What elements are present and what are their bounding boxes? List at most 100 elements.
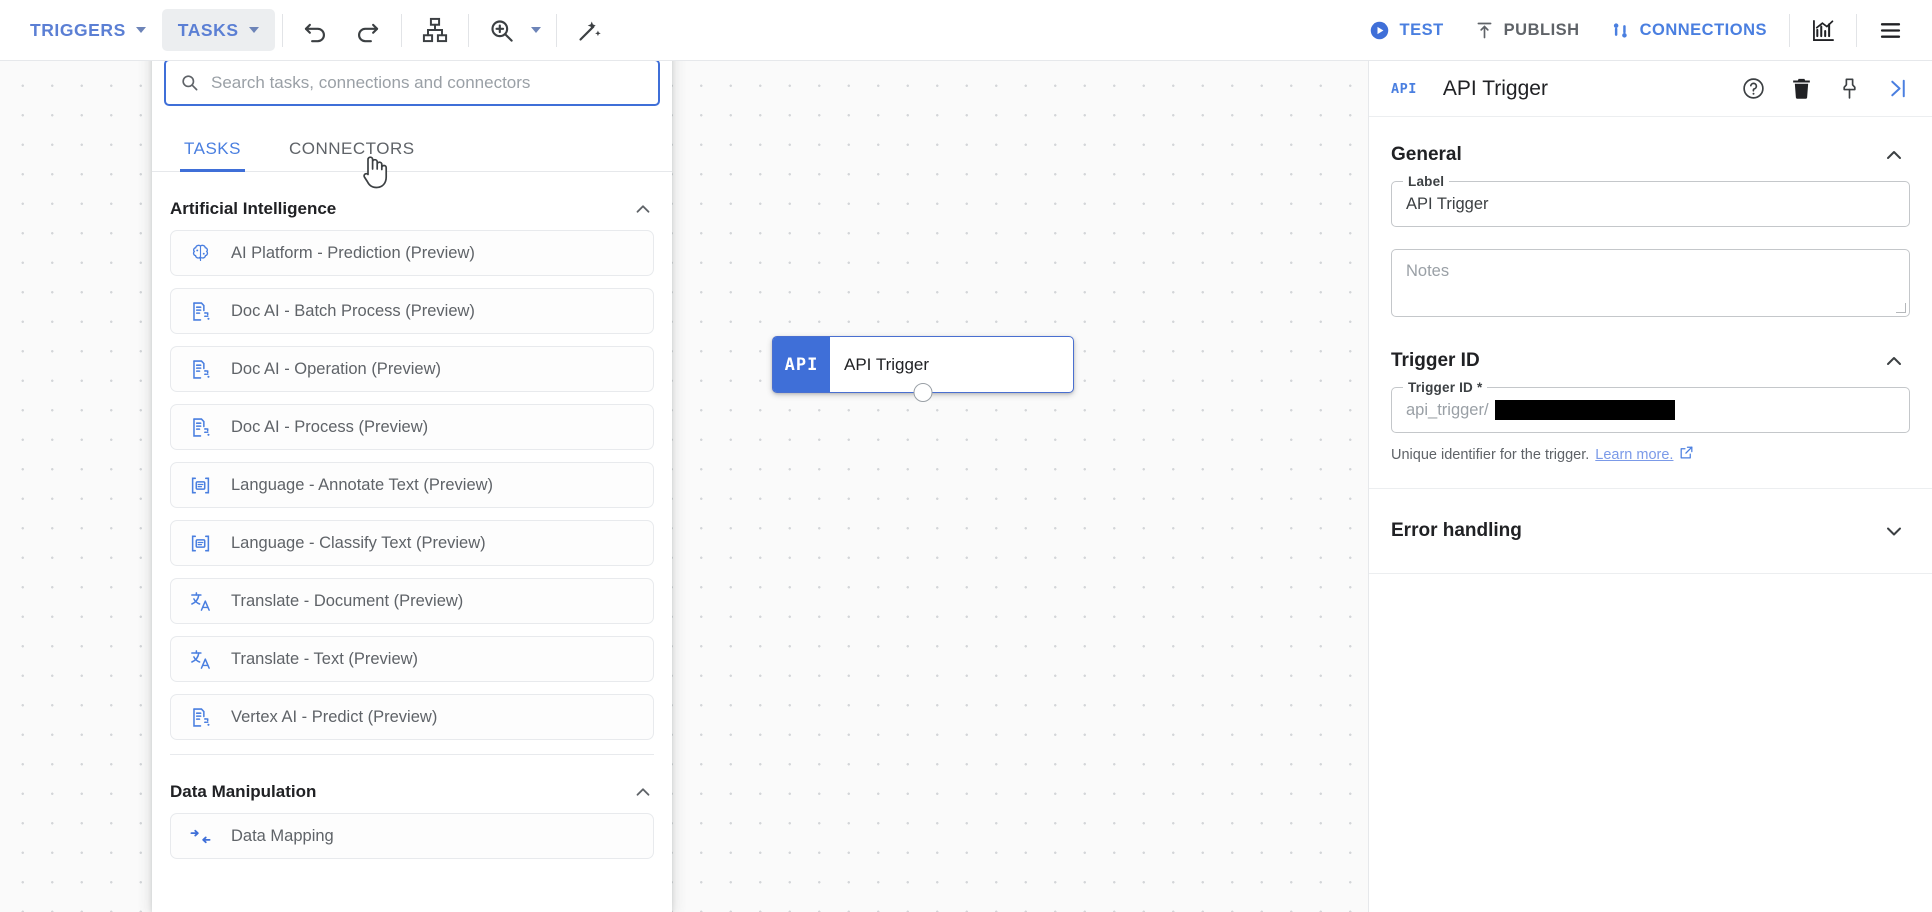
- analytics-button[interactable]: [1797, 6, 1849, 54]
- panel-api-badge: API: [1391, 81, 1417, 97]
- task-item[interactable]: Doc AI - Batch Process (Preview): [170, 288, 654, 334]
- task-item[interactable]: Vertex AI - Predict (Preview): [170, 694, 654, 740]
- task-item-label: Doc AI - Batch Process (Preview): [231, 302, 475, 321]
- task-group-title: Artificial Intelligence: [170, 199, 336, 219]
- task-item-label: Vertex AI - Predict (Preview): [231, 708, 437, 727]
- publish-button[interactable]: PUBLISH: [1459, 8, 1595, 52]
- triggers-menu-button[interactable]: TRIGGERS: [14, 9, 162, 51]
- toolbar-divider: [556, 14, 557, 47]
- page-title: API Trigger: [1443, 77, 1548, 101]
- task-item-label: Language - Classify Text (Preview): [231, 534, 486, 553]
- delete-trash-icon[interactable]: [1784, 72, 1818, 106]
- task-item[interactable]: Translate - Text (Preview): [170, 636, 654, 682]
- zoom-in-button[interactable]: [476, 6, 528, 54]
- test-label: TEST: [1399, 21, 1443, 40]
- help-icon[interactable]: [1736, 72, 1770, 106]
- task-item[interactable]: AI Platform - Prediction (Preview): [170, 230, 654, 276]
- auto-layout-icon: [421, 16, 449, 44]
- document-ai-icon: [187, 416, 213, 439]
- data-mapping-icon: [187, 825, 213, 848]
- language-bracket-icon: [187, 474, 213, 497]
- notes-field-placeholder: Notes: [1406, 262, 1449, 280]
- trigger-id-field[interactable]: Trigger ID * api_trigger/: [1391, 387, 1910, 433]
- hamburger-menu-icon: [1877, 17, 1904, 44]
- resize-grip-icon[interactable]: [1896, 303, 1906, 313]
- label-field[interactable]: Label API Trigger: [1391, 181, 1910, 227]
- section-title: Error handling: [1391, 520, 1522, 542]
- section-title: Trigger ID: [1391, 350, 1480, 372]
- task-item[interactable]: Language - Classify Text (Preview): [170, 520, 654, 566]
- search-icon: [180, 73, 199, 92]
- pin-icon[interactable]: [1832, 72, 1866, 106]
- chevron-down-icon: [531, 27, 541, 33]
- chevron-up-icon: [1882, 349, 1906, 373]
- task-item[interactable]: Translate - Document (Preview): [170, 578, 654, 624]
- tab-connectors[interactable]: CONNECTORS: [289, 139, 415, 171]
- node-output-handle[interactable]: [914, 383, 933, 402]
- zoom-in-icon: [488, 17, 515, 44]
- publish-upload-icon: [1474, 20, 1495, 41]
- node-label: API Trigger: [830, 337, 1073, 392]
- learn-more-link[interactable]: Learn more.: [1595, 447, 1673, 463]
- top-toolbar: TRIGGERS TASKS: [0, 0, 1932, 61]
- search-input[interactable]: [211, 73, 644, 93]
- task-list[interactable]: Artificial Intelligence AI Platform - Pr…: [152, 172, 672, 912]
- redo-button[interactable]: [342, 6, 394, 54]
- section-header-error-handling[interactable]: Error handling: [1369, 489, 1932, 574]
- task-item-label: Doc AI - Process (Preview): [231, 418, 428, 437]
- main-menu-button[interactable]: [1864, 6, 1916, 54]
- properties-panel: API API Trigger: [1368, 61, 1932, 912]
- chevron-up-icon: [1882, 143, 1906, 167]
- connections-button[interactable]: CONNECTIONS: [1595, 8, 1782, 52]
- trigger-id-prefix: api_trigger/: [1406, 401, 1489, 420]
- auto-layout-button[interactable]: [409, 6, 461, 54]
- external-link-icon[interactable]: [1679, 445, 1694, 464]
- application-root: TRIGGERS TASKS: [0, 0, 1932, 912]
- general-fields: Label API Trigger Notes: [1369, 181, 1932, 323]
- tasks-menu-label: TASKS: [178, 20, 239, 41]
- redacted-value-bar: [1495, 400, 1675, 420]
- task-item[interactable]: Data Mapping: [170, 813, 654, 859]
- test-button[interactable]: TEST: [1354, 8, 1458, 52]
- language-bracket-icon: [187, 532, 213, 555]
- magic-wand-button[interactable]: [564, 6, 616, 54]
- node-api-badge: API: [773, 337, 830, 392]
- task-item[interactable]: Language - Annotate Text (Preview): [170, 462, 654, 508]
- toolbar-right-group: TEST PUBLISH CONNECTIONS: [1354, 0, 1932, 60]
- section-header-general[interactable]: General: [1369, 117, 1932, 181]
- toolbar-divider: [468, 14, 469, 47]
- zoom-control[interactable]: [476, 6, 549, 54]
- connections-icon: [1610, 20, 1631, 41]
- tasks-menu-button[interactable]: TASKS: [162, 9, 275, 51]
- section-header-trigger-id[interactable]: Trigger ID: [1369, 323, 1932, 387]
- connections-label: CONNECTIONS: [1640, 21, 1767, 40]
- task-group-header-data-manipulation[interactable]: Data Manipulation: [166, 755, 658, 813]
- tab-tasks-label: TASKS: [184, 139, 241, 158]
- chevron-up-icon: [632, 198, 654, 220]
- tab-tasks[interactable]: TASKS: [184, 139, 241, 171]
- tab-connectors-label: CONNECTORS: [289, 139, 415, 158]
- task-item[interactable]: Doc AI - Operation (Preview): [170, 346, 654, 392]
- search-box[interactable]: [164, 59, 660, 106]
- task-group-header-artificial-intelligence[interactable]: Artificial Intelligence: [166, 172, 658, 230]
- toolbar-divider: [282, 14, 283, 47]
- triggers-menu-label: TRIGGERS: [30, 20, 126, 41]
- toolbar-divider: [1856, 14, 1857, 47]
- section-title: General: [1391, 144, 1462, 166]
- undo-button[interactable]: [290, 6, 342, 54]
- analytics-chart-icon: [1810, 17, 1837, 44]
- task-item-label: Doc AI - Operation (Preview): [231, 360, 441, 379]
- task-item[interactable]: Doc AI - Process (Preview): [170, 404, 654, 450]
- document-ai-icon: [187, 706, 213, 729]
- notes-field[interactable]: Notes: [1391, 249, 1910, 317]
- workflow-node-api-trigger[interactable]: API API Trigger: [772, 336, 1074, 393]
- collapse-panel-icon[interactable]: [1880, 72, 1914, 106]
- chevron-up-icon: [632, 781, 654, 803]
- magic-wand-icon: [576, 17, 603, 44]
- task-item-label: Translate - Document (Preview): [231, 592, 463, 611]
- document-ai-icon: [187, 358, 213, 381]
- toolbar-left-group: TRIGGERS TASKS: [0, 0, 616, 60]
- play-circle-icon: [1369, 20, 1390, 41]
- trigger-id-helper-text: Unique identifier for the trigger. Learn…: [1369, 445, 1932, 464]
- trigger-id-fields: Trigger ID * api_trigger/: [1369, 387, 1932, 445]
